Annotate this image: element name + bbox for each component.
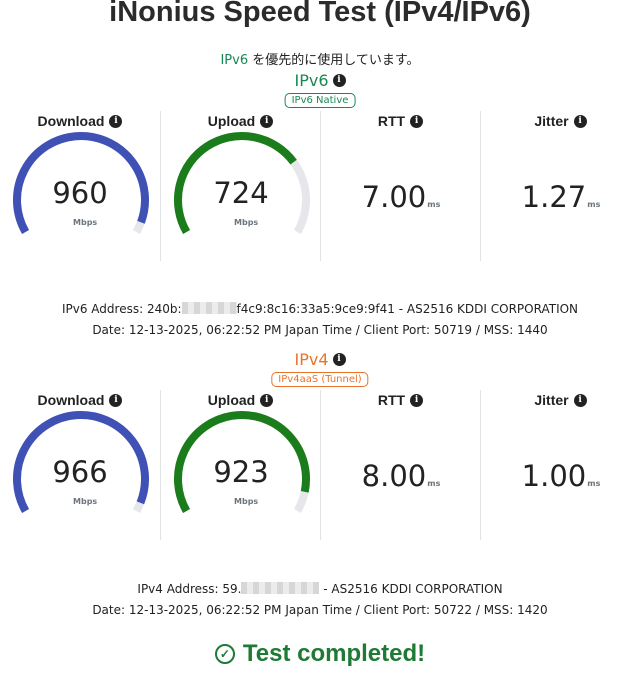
redacted-address — [241, 582, 320, 594]
ipv6-address-line: IPv6 Address: 240b: f4c9:8c16:33a5:9ce9:9… — [0, 299, 640, 320]
ipv6-title: IPv6 i — [294, 71, 346, 90]
rtt-number: 7.00 — [361, 180, 427, 214]
ipv6-address-info: IPv6 Address: 240b: f4c9:8c16:33a5:9ce9:9… — [0, 299, 640, 341]
redacted-address — [181, 302, 237, 314]
ipv4-title-text: IPv4 — [294, 350, 329, 369]
ipv4-header: IPv4 i — [0, 350, 640, 369]
notice-text: を優先的に使用しています。 — [248, 53, 420, 68]
ipv6-section: IPv6 i IPv6 Native Download i 960 Mbps U… — [0, 71, 640, 271]
ipv6-date-line: Date: 12-13-2025, 06:22:52 PM Japan Time… — [92, 323, 548, 337]
ipv4-jitter-panel: Jitter i 1.00ms — [480, 390, 640, 540]
jitter-label: Jitter i — [481, 392, 640, 408]
ipv6-jitter-panel: Jitter i 1.27ms — [480, 111, 640, 261]
ipv4-address-info: IPv4 Address: 59. - AS2516 KDDI CORPORAT… — [0, 579, 640, 621]
test-status-text: Test completed! — [242, 640, 426, 667]
upload-unit: Mbps — [234, 497, 259, 506]
rtt-label-text: RTT — [377, 113, 406, 129]
page-title: iNonius Speed Test (IPv4/IPv6) — [109, 0, 531, 28]
jitter-unit: ms — [587, 479, 601, 488]
ipv4-date-line: Date: 12-13-2025, 06:22:52 PM Japan Time… — [92, 603, 548, 617]
rtt-label: RTT i — [321, 392, 480, 408]
ipv6-address-suffix: f4c9:8c16:33a5:9ce9:9f41 - AS2516 KDDI C… — [236, 302, 579, 316]
jitter-label-text: Jitter — [534, 113, 569, 129]
download-unit: Mbps — [73, 497, 98, 506]
rtt-label-text: RTT — [377, 392, 406, 408]
rtt-value: 7.00ms — [321, 180, 481, 214]
rtt-value: 8.00ms — [321, 459, 481, 493]
protocol-notice: IPv6 を優先的に使用しています。 — [0, 49, 640, 68]
ipv6-header: IPv6 i — [0, 71, 640, 90]
ipv4-download-panel: Download i 966 Mbps — [0, 390, 160, 540]
upload-value: 923 — [213, 455, 269, 489]
ipv6-metrics: Download i 960 Mbps Upload i 724 Mbps RT… — [0, 111, 640, 261]
ipv4-address-prefix: IPv4 Address: 59. — [137, 582, 242, 596]
info-icon[interactable]: i — [332, 353, 346, 366]
download-value: 966 — [52, 455, 108, 489]
rtt-number: 8.00 — [361, 459, 427, 493]
jitter-label: Jitter i — [481, 113, 640, 129]
info-icon[interactable]: i — [573, 114, 587, 128]
jitter-value: 1.27ms — [481, 180, 640, 214]
download-unit: Mbps — [73, 218, 98, 227]
ipv6-address-prefix: IPv6 Address: 240b: — [61, 302, 182, 316]
info-icon[interactable]: i — [410, 114, 424, 128]
jitter-unit: ms — [587, 200, 601, 209]
ipv6-rtt-panel: RTT i 7.00ms — [320, 111, 480, 261]
jitter-number: 1.27 — [521, 180, 587, 214]
ipv4-connection-badge: IPv4aaS (Tunnel) — [271, 372, 369, 387]
info-icon[interactable]: i — [332, 74, 346, 87]
ipv4-address-line: IPv4 Address: 59. - AS2516 KDDI CORPORAT… — [0, 579, 640, 600]
upload-unit: Mbps — [234, 218, 259, 227]
ipv4-metrics: Download i 966 Mbps Upload i 923 Mbps RT… — [0, 390, 640, 540]
ipv4-rtt-panel: RTT i 8.00ms — [320, 390, 480, 540]
download-value: 960 — [52, 176, 108, 210]
jitter-label-text: Jitter — [534, 392, 569, 408]
info-icon[interactable]: i — [410, 393, 424, 407]
rtt-unit: ms — [427, 200, 441, 209]
ipv6-download-panel: Download i 960 Mbps — [0, 111, 160, 261]
info-icon[interactable]: i — [573, 393, 587, 407]
upload-value: 724 — [213, 176, 269, 210]
ipv4-address-suffix: - AS2516 KDDI CORPORATION — [319, 582, 503, 596]
notice-protocol: IPv6 — [220, 53, 249, 68]
ipv4-upload-panel: Upload i 923 Mbps — [160, 390, 320, 540]
ipv6-upload-panel: Upload i 724 Mbps — [160, 111, 320, 261]
ipv4-section: IPv4 i IPv4aaS (Tunnel) Download i 966 M… — [0, 350, 640, 550]
check-circle-icon: ✓ — [214, 644, 235, 664]
ipv6-connection-badge: IPv6 Native — [284, 93, 356, 108]
ipv4-title: IPv4 i — [294, 350, 346, 369]
jitter-number: 1.00 — [521, 459, 587, 493]
ipv6-title-text: IPv6 — [294, 71, 329, 90]
test-status: ✓ Test completed! — [0, 640, 640, 668]
rtt-unit: ms — [427, 479, 441, 488]
rtt-label: RTT i — [321, 113, 480, 129]
jitter-value: 1.00ms — [481, 459, 640, 493]
